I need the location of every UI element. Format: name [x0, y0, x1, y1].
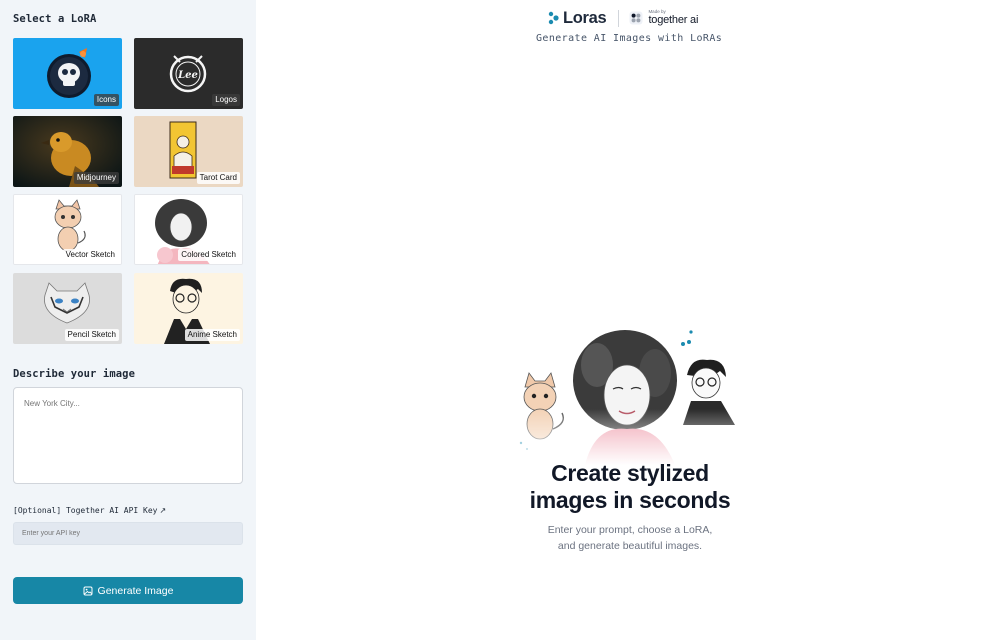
lora-label: Midjourney: [73, 172, 119, 184]
lora-tile-icons[interactable]: Icons: [13, 38, 122, 109]
lora-label: Colored Sketch: [178, 249, 239, 261]
lora-tile-anime-sketch[interactable]: Anime Sketch: [134, 273, 243, 344]
made-by-together-ai[interactable]: Made by together ai: [648, 10, 698, 26]
lora-tile-vector-sketch[interactable]: Vector Sketch: [13, 194, 122, 265]
hero-headline-line2: images in seconds: [529, 487, 731, 513]
lora-label: Logos: [212, 94, 240, 106]
hero-headline-line1: Create stylized: [551, 460, 709, 486]
api-key-label-text: [Optional] Together AI API Key: [13, 506, 158, 515]
logo-badge-text: Lee: [177, 70, 198, 81]
app-subtitle: Generate AI Images with LoRAs: [536, 33, 723, 44]
brand-divider: [618, 9, 620, 27]
lora-tile-colored-sketch[interactable]: Colored Sketch: [134, 194, 243, 265]
generate-image-button[interactable]: Generate Image: [13, 577, 243, 604]
prompt-input[interactable]: [13, 387, 243, 484]
generate-image-label: Generate Image: [97, 584, 174, 597]
lora-tile-midjourney[interactable]: Midjourney: [13, 116, 122, 187]
lora-tile-pencil-sketch[interactable]: Pencil Sketch: [13, 273, 122, 344]
hero-tagline-line1: Enter your prompt, choose a LoRA,: [547, 524, 713, 536]
select-lora-title: Select a LoRA: [13, 13, 97, 25]
lora-label: Tarot Card: [196, 172, 240, 184]
sidebar: Select a LoRA Icons Lee Logos Midjourney…: [0, 0, 256, 640]
describe-image-title: Describe your image: [13, 368, 136, 380]
brand-header: Loras Made by together ai: [548, 8, 698, 28]
lora-label: Pencil Sketch: [64, 329, 119, 341]
lora-label: Anime Sketch: [184, 329, 240, 341]
api-key-input[interactable]: [13, 522, 243, 545]
partner-name: together ai: [648, 13, 699, 26]
api-key-label[interactable]: [Optional] Together AI API Key ↗: [13, 506, 166, 515]
hero-tagline-line2: and generate beautiful images.: [557, 540, 703, 552]
image-icon: [83, 586, 93, 595]
loras-logo-icon: [548, 11, 559, 25]
hero-tagline: Enter your prompt, choose a LoRA, and ge…: [480, 522, 780, 554]
hero-illustration: [515, 325, 750, 465]
app-name: Loras: [563, 8, 607, 27]
lora-label: Vector Sketch: [62, 249, 118, 261]
lora-label: Icons: [93, 94, 119, 106]
lora-tile-logos[interactable]: Lee Logos: [134, 38, 243, 109]
hero-headline: Create stylized images in seconds: [480, 460, 780, 514]
lora-tile-tarot-card[interactable]: Tarot Card: [134, 116, 243, 187]
external-link-icon: ↗: [159, 506, 167, 515]
together-ai-logo-icon: [629, 11, 643, 25]
